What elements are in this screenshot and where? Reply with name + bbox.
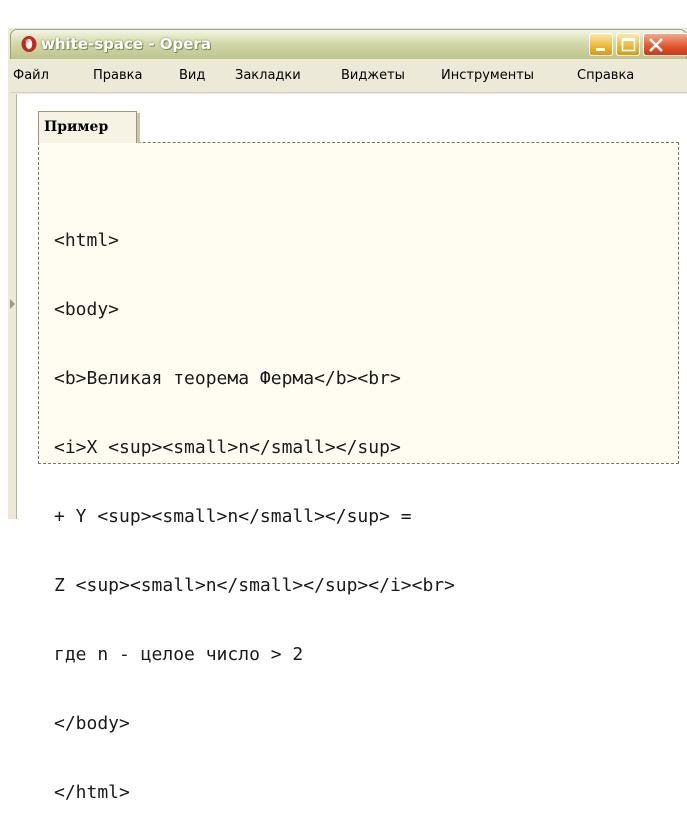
minimize-button[interactable] [589, 33, 613, 56]
maximize-button[interactable] [616, 33, 640, 56]
close-icon [649, 38, 663, 52]
menu-bookmarks[interactable]: Закладки [235, 67, 301, 85]
menu-help[interactable]: Справка [577, 67, 634, 85]
minimize-icon [596, 48, 605, 51]
window-title: white-space - Opera [41, 35, 211, 53]
menu-file[interactable]: Файл [13, 67, 49, 85]
code-block: <html> <body> <b>Великая теорема Ферма</… [54, 183, 455, 827]
code-line: <html> [54, 230, 120, 251]
code-line: <i>X <sup><small>n</small></sup> [54, 437, 401, 458]
menu-tools[interactable]: Инструменты [441, 67, 534, 85]
menu-widgets[interactable]: Виджеты [341, 67, 405, 85]
code-line: </html> [54, 782, 130, 803]
legend-shadow [137, 113, 140, 143]
code-line: Z <sup><small>n</small></sup></i><br> [54, 575, 455, 596]
close-button[interactable] [643, 33, 687, 56]
menu-edit[interactable]: Правка [93, 67, 142, 85]
code-line: <body> [54, 299, 120, 320]
maximize-icon [621, 37, 636, 52]
menu-view[interactable]: Вид [179, 67, 205, 85]
opera-logo-icon [20, 35, 38, 53]
example-legend: Пример [38, 111, 137, 143]
code-line: </body> [54, 713, 130, 734]
code-line: где n - целое число > 2 [54, 644, 304, 665]
code-line: + Y <sup><small>n</small></sup> = [54, 506, 412, 527]
panel-toggle-arrow-icon[interactable] [10, 299, 15, 309]
code-line: <b>Великая теорема Ферма</b><br> [54, 368, 401, 389]
